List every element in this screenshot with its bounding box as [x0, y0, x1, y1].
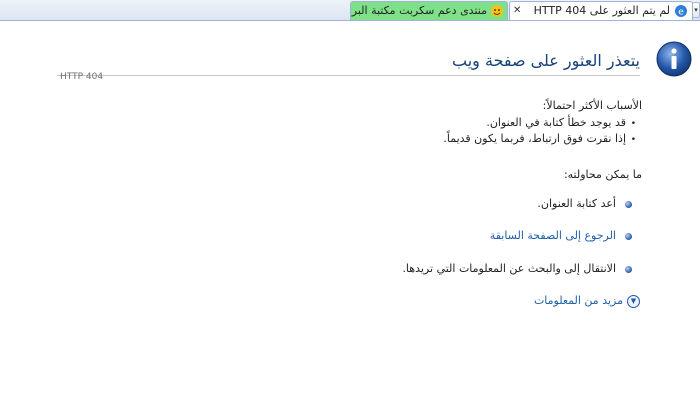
bullet-icon: • — [630, 135, 636, 145]
bullet-icon: • — [630, 119, 636, 129]
more-info-link[interactable]: ▼مزيد من المعلومات — [534, 294, 640, 308]
tab-inactive[interactable]: منتدى دعم سكربت مكتبة البرام... — [350, 1, 508, 20]
tab-title: لم يتم العثور على HTTP 404 — [533, 4, 670, 17]
bullet-icon — [625, 265, 632, 273]
tab-title: منتدى دعم سكربت مكتبة البرام... — [351, 4, 487, 17]
go-back-link[interactable]: الرجوع إلى الصفحة السابقة — [490, 229, 632, 242]
forum-favicon — [491, 5, 503, 17]
page-title: يتعذر العثور على صفحة ويب — [452, 51, 640, 70]
try-heading: ما يمكن محاولته: — [563, 168, 642, 181]
tab-strip: ⊞ ▾ e لم يتم العثور على HTTP 404 ✕ منتدى… — [0, 0, 700, 21]
bullet-icon — [625, 200, 632, 208]
error-page: يتعذر العثور على صفحة ويب HTTP 404 الأسب… — [0, 21, 700, 418]
info-icon — [656, 41, 692, 77]
tab-list-dropdown-icon[interactable]: ▾ — [692, 2, 700, 18]
tab-active[interactable]: e لم يتم العثور على HTTP 404 ✕ — [509, 1, 693, 20]
action-retype-address: أعد كتابة العنوان. — [537, 197, 632, 210]
chevron-down-circle-icon[interactable]: ▼ — [627, 294, 640, 308]
svg-text:e: e — [678, 8, 684, 18]
ie-page-icon: e — [675, 5, 687, 18]
causes-heading: الأسباب الأكثر احتمالاً: — [542, 99, 642, 112]
title-divider — [57, 75, 640, 76]
bullet-icon — [625, 232, 632, 240]
cause-item: •إذا نقرت فوق ارتباط، فربما يكون قديماً. — [443, 132, 636, 145]
close-tab-icon[interactable]: ✕ — [513, 2, 521, 20]
action-search-info: الانتقال إلى والبحث عن المعلومات التي تر… — [402, 262, 632, 275]
cause-item: •قد يوجد خطأ كتابة في العنوان. — [486, 116, 636, 129]
http-status-code: HTTP 404 — [60, 72, 104, 82]
